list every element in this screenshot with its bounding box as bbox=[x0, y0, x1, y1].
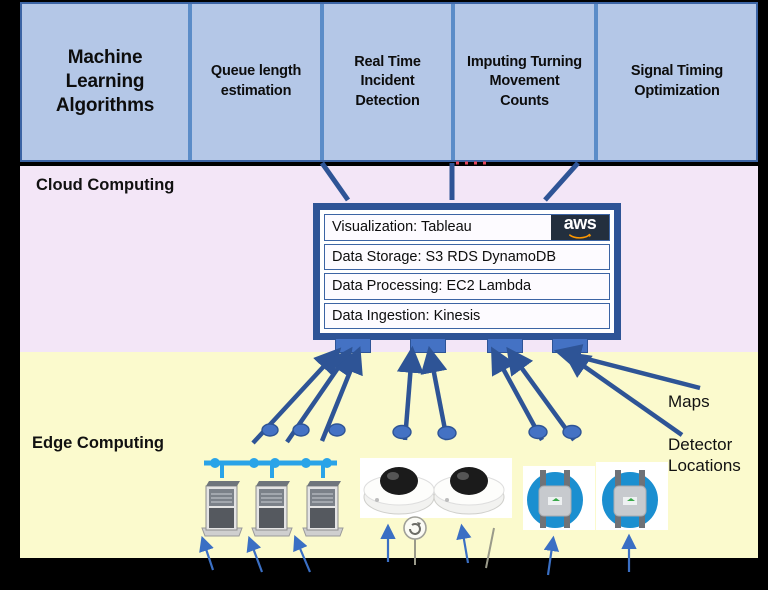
radar-detector-layer bbox=[527, 470, 658, 528]
maps-label: Maps bbox=[668, 392, 710, 411]
radar-detector bbox=[602, 470, 658, 528]
radar-detector bbox=[527, 470, 583, 528]
diagram-canvas: Machine Learning Algorithms Queue length… bbox=[0, 0, 768, 590]
detector-locations-label: Detector Locations bbox=[668, 435, 741, 475]
